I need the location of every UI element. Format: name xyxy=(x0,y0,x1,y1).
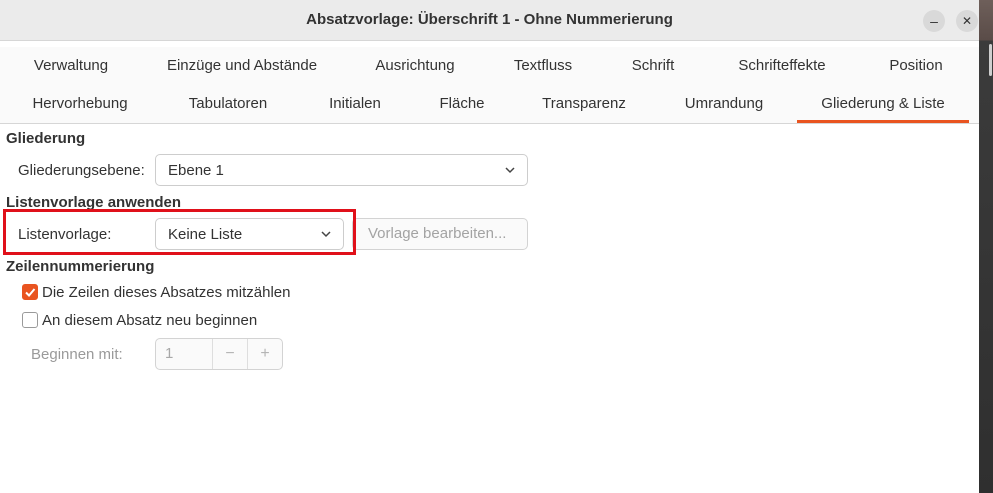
increment-button[interactable]: + xyxy=(247,339,282,369)
outline-level-dropdown[interactable]: Ebene 1 xyxy=(155,154,528,186)
tab-hervorhebung[interactable]: Hervorhebung xyxy=(14,85,146,123)
highlight-annotation xyxy=(3,209,356,255)
chevron-down-icon xyxy=(505,167,515,174)
minimize-icon: – xyxy=(930,13,938,29)
outline-level-label: Gliederungsebene: xyxy=(18,162,145,179)
tab-row-1: Verwaltung Einzüge und Abstände Ausricht… xyxy=(0,47,979,86)
tab-ausrichtung[interactable]: Ausrichtung xyxy=(355,47,475,85)
tab-umrandung[interactable]: Umrandung xyxy=(668,85,780,123)
scrollbar-thumb[interactable] xyxy=(989,44,992,76)
minus-icon: − xyxy=(225,345,235,362)
title-bar[interactable]: Absatzvorlage: Überschrift 1 - Ohne Numm… xyxy=(0,0,979,41)
edit-style-button[interactable]: Vorlage bearbeiten... xyxy=(352,218,528,250)
start-with-value[interactable]: 1 xyxy=(156,339,212,369)
tab-schrift[interactable]: Schrift xyxy=(612,47,694,85)
tab-tabulatoren[interactable]: Tabulatoren xyxy=(170,85,286,123)
tab-initialen[interactable]: Initialen xyxy=(313,85,397,123)
start-with-label: Beginnen mit: xyxy=(31,346,123,363)
tab-schrifteffekte[interactable]: Schrifteffekte xyxy=(721,47,843,85)
tab-textfluss[interactable]: Textfluss xyxy=(497,47,589,85)
tab-flaeche[interactable]: Fläche xyxy=(424,85,500,123)
decrement-button[interactable]: − xyxy=(212,339,247,369)
close-button[interactable]: ✕ xyxy=(956,10,978,32)
plus-icon: + xyxy=(260,345,270,362)
line-numbering-section-heading: Zeilennummerierung xyxy=(6,258,155,275)
minimize-button[interactable]: – xyxy=(923,10,945,32)
tab-verwaltung[interactable]: Verwaltung xyxy=(6,47,136,85)
tab-gliederung-und-liste[interactable]: Gliederung & Liste xyxy=(797,85,969,123)
count-lines-label[interactable]: Die Zeilen dieses Absatzes mitzählen xyxy=(42,284,290,301)
paragraph-style-dialog: Absatzvorlage: Überschrift 1 - Ohne Numm… xyxy=(0,0,980,493)
tab-row-2: Hervorhebung Tabulatoren Initialen Fläch… xyxy=(0,85,979,124)
restart-numbering-label[interactable]: An diesem Absatz neu beginnen xyxy=(42,312,257,329)
close-icon: ✕ xyxy=(961,14,973,28)
checkmark-icon xyxy=(25,288,36,297)
dialog-title: Absatzvorlage: Überschrift 1 - Ohne Numm… xyxy=(306,11,673,28)
count-lines-checkbox[interactable] xyxy=(22,284,38,300)
start-with-spinner[interactable]: 1 − + xyxy=(155,338,283,370)
outline-section-heading: Gliederung xyxy=(6,130,86,147)
tab-einzuege-und-abstaende[interactable]: Einzüge und Abstände xyxy=(152,47,332,85)
restart-numbering-checkbox[interactable] xyxy=(22,312,38,328)
tab-transparenz[interactable]: Transparenz xyxy=(527,85,641,123)
outline-level-value: Ebene 1 xyxy=(168,162,224,179)
tab-position[interactable]: Position xyxy=(870,47,962,85)
